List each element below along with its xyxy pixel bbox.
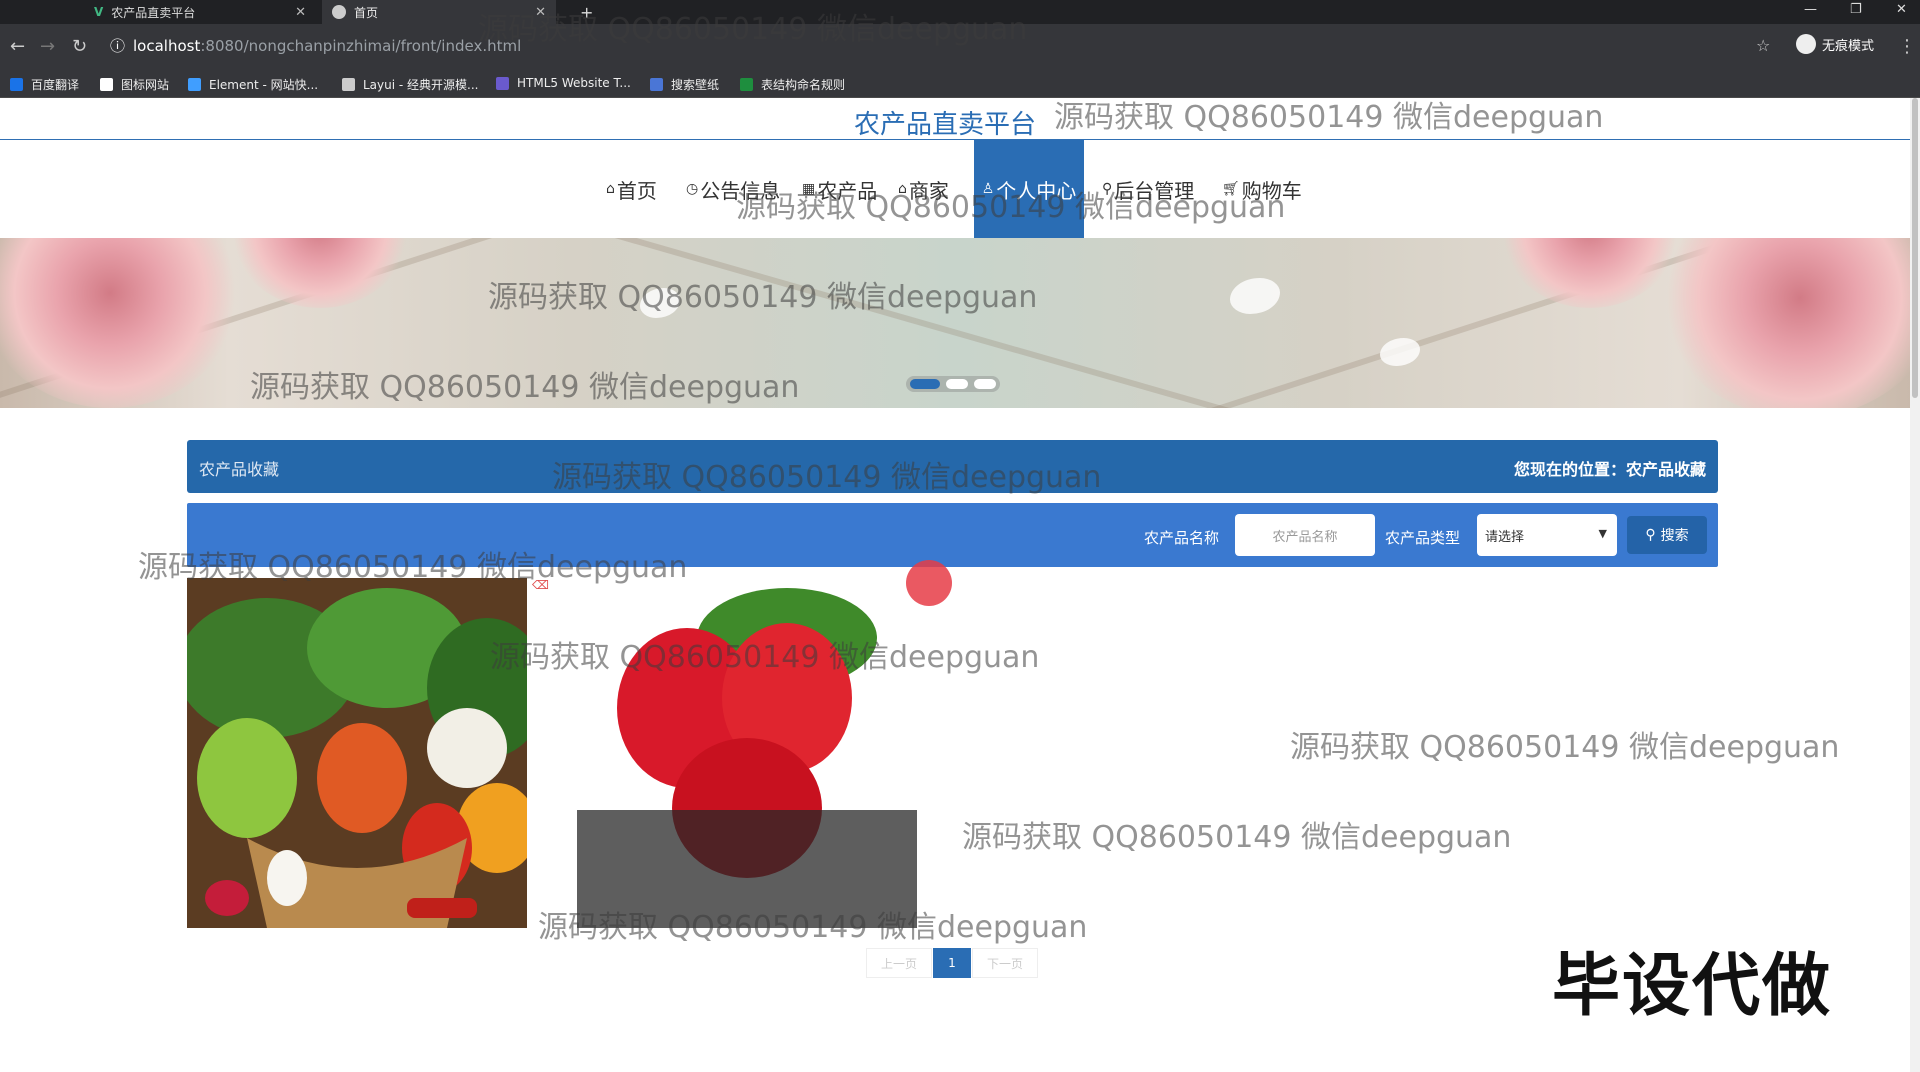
petal-shape xyxy=(1380,338,1420,366)
browser-tab-2[interactable]: 首页 ✕ xyxy=(322,0,556,24)
vue-icon: V xyxy=(94,5,104,19)
translate-icon xyxy=(10,78,23,91)
window-close-icon[interactable]: ✕ xyxy=(1896,2,1907,17)
product-type-select[interactable]: 请选择 ▼ xyxy=(1477,514,1617,556)
breadcrumb: 您现在的位置：农产品收藏 xyxy=(1513,460,1706,479)
vegetable-basket-image xyxy=(187,578,527,928)
carousel-indicators xyxy=(906,376,1000,392)
star-icon[interactable]: ☆ xyxy=(1756,36,1770,55)
product-type-label: 农产品类型 xyxy=(1385,529,1461,547)
layui-icon xyxy=(342,78,355,91)
rose-image xyxy=(1660,238,1910,408)
info-icon: ⓘ xyxy=(110,37,126,55)
section-title-bar: 农产品收藏 您现在的位置：农产品收藏 xyxy=(187,440,1718,493)
forward-icon[interactable]: → xyxy=(40,36,55,57)
html5-icon xyxy=(496,76,509,90)
tab-title: 农产品直卖平台 xyxy=(111,5,196,20)
pinned-tab[interactable] xyxy=(40,0,66,24)
bookmark-item[interactable]: HTML5 Website T... xyxy=(496,76,631,90)
cursor-highlight xyxy=(906,560,952,606)
pagination-current[interactable]: 1 xyxy=(933,948,971,978)
close-icon[interactable]: ✕ xyxy=(295,5,306,20)
product-name-input[interactable]: 农产品名称 xyxy=(1235,514,1375,556)
overlay-stamp: 毕设代做 xyxy=(1552,947,1833,1026)
petal-shape xyxy=(1230,278,1280,314)
bookmarks-bar: 百度翻译 图标网站 Element - 网站快... Layui - 经典开源模… xyxy=(0,70,1920,98)
store-icon: ⌂ xyxy=(898,181,907,197)
page-scrollbar[interactable] xyxy=(1910,98,1920,1072)
product-card-strawberry[interactable] xyxy=(577,578,917,928)
watermark: 源码获取 QQ86050149 微信deepguan xyxy=(1290,730,1840,765)
scrollbar-thumb[interactable] xyxy=(1912,98,1918,398)
petal-shape xyxy=(640,288,680,318)
product-name-label: 农产品名称 xyxy=(1144,529,1220,547)
restore-icon[interactable]: ❐ xyxy=(1850,2,1862,17)
user-icon: ♙ xyxy=(981,181,995,197)
minimize-icon[interactable]: — xyxy=(1804,2,1817,17)
back-icon[interactable]: ← xyxy=(10,36,25,57)
bookmark-item[interactable]: 搜索壁纸 xyxy=(650,76,719,93)
carousel-dot[interactable] xyxy=(910,379,940,389)
sheet-icon xyxy=(740,78,753,91)
flag-icon xyxy=(100,78,113,91)
bookmark-item[interactable]: Element - 网站快... xyxy=(188,76,318,93)
pagination-prev[interactable]: 上一页 xyxy=(866,948,932,978)
main-menu: ⌂ 首页 ◷ 公告信息 ▦ 农产品 ⌂ 商家 ♙ 个人中心 ⚲ 后台管理 🛒︎ 购物车 xyxy=(0,140,1920,238)
close-icon[interactable]: ✕ xyxy=(535,5,546,20)
bookmark-item[interactable]: 百度翻译 xyxy=(10,76,79,93)
menu-item-notice[interactable]: ◷ 公告信息 xyxy=(686,140,780,238)
section-title: 农产品收藏 xyxy=(199,460,280,479)
cart-icon: 🛒︎ xyxy=(1222,181,1240,197)
product-card-vegetables[interactable] xyxy=(187,578,527,928)
chevron-down-icon: ▼ xyxy=(1598,527,1607,540)
grid-icon: ▦ xyxy=(802,181,816,197)
menu-item-cart[interactable]: 🛒︎ 购物车 xyxy=(1222,140,1302,238)
rose-image xyxy=(1500,238,1680,308)
new-tab-button[interactable]: + xyxy=(570,0,603,24)
bookmark-item[interactable]: Layui - 经典开源模... xyxy=(342,76,478,93)
menu-item-products[interactable]: ▦ 农产品 xyxy=(802,140,877,238)
banner-carousel[interactable] xyxy=(0,238,1910,408)
carousel-dot[interactable] xyxy=(946,379,968,389)
reload-icon[interactable]: ↻ xyxy=(72,36,87,57)
browser-tab-strip: V 农产品直卖平台 ✕ 首页 ✕ + — ❐ ✕ xyxy=(0,0,1920,24)
link-icon: ⚲ xyxy=(1102,181,1113,197)
incognito-indicator[interactable]: 无痕模式 xyxy=(1796,34,1874,54)
browser-app-icon xyxy=(8,0,32,24)
incognito-icon xyxy=(1796,34,1816,54)
menu-item-personal-center[interactable]: ♙ 个人中心 xyxy=(974,140,1084,238)
home-icon: ⌂ xyxy=(606,181,615,197)
bookmark-item[interactable]: 图标网站 xyxy=(100,76,169,93)
site-title: 农产品直卖平台 xyxy=(854,110,1037,140)
bookmark-item[interactable]: 表结构命名规则 xyxy=(740,76,845,93)
watermark: 源码获取 QQ86050149 微信deepguan xyxy=(962,820,1512,855)
strawberry-image xyxy=(577,578,917,928)
address-bar: ← → ↻ ⓘ localhost:8080/nongchanpinzhimai/… xyxy=(0,24,1920,70)
carousel-dot[interactable] xyxy=(974,379,996,389)
site-header: 农产品直卖平台 xyxy=(0,98,1920,140)
element-icon xyxy=(188,78,201,91)
rose-image xyxy=(0,238,240,408)
wallpaper-icon xyxy=(650,78,663,91)
search-button[interactable]: ⚲ 搜索 xyxy=(1627,516,1707,554)
menu-item-home[interactable]: ⌂ 首页 xyxy=(606,140,657,238)
globe-icon xyxy=(332,5,346,19)
browser-tab-1[interactable]: V 农产品直卖平台 ✕ xyxy=(84,0,316,24)
rose-image xyxy=(230,238,410,308)
url-field[interactable]: ⓘ localhost:8080/nongchanpinzhimai/front/… xyxy=(110,35,521,56)
search-icon: ⚲ xyxy=(1645,527,1656,543)
delete-icon[interactable]: ⌫ xyxy=(532,578,549,592)
menu-item-merchants[interactable]: ⌂ 商家 xyxy=(898,140,949,238)
clock-icon: ◷ xyxy=(686,181,699,197)
menu-dots-icon[interactable]: ⋮ xyxy=(1898,36,1916,57)
filter-bar: 农产品名称 农产品名称 农产品类型 请选择 ▼ ⚲ 搜索 xyxy=(187,503,1718,567)
menu-item-admin[interactable]: ⚲ 后台管理 xyxy=(1102,140,1194,238)
tab-title: 首页 xyxy=(354,5,379,20)
pagination-next[interactable]: 下一页 xyxy=(972,948,1038,978)
